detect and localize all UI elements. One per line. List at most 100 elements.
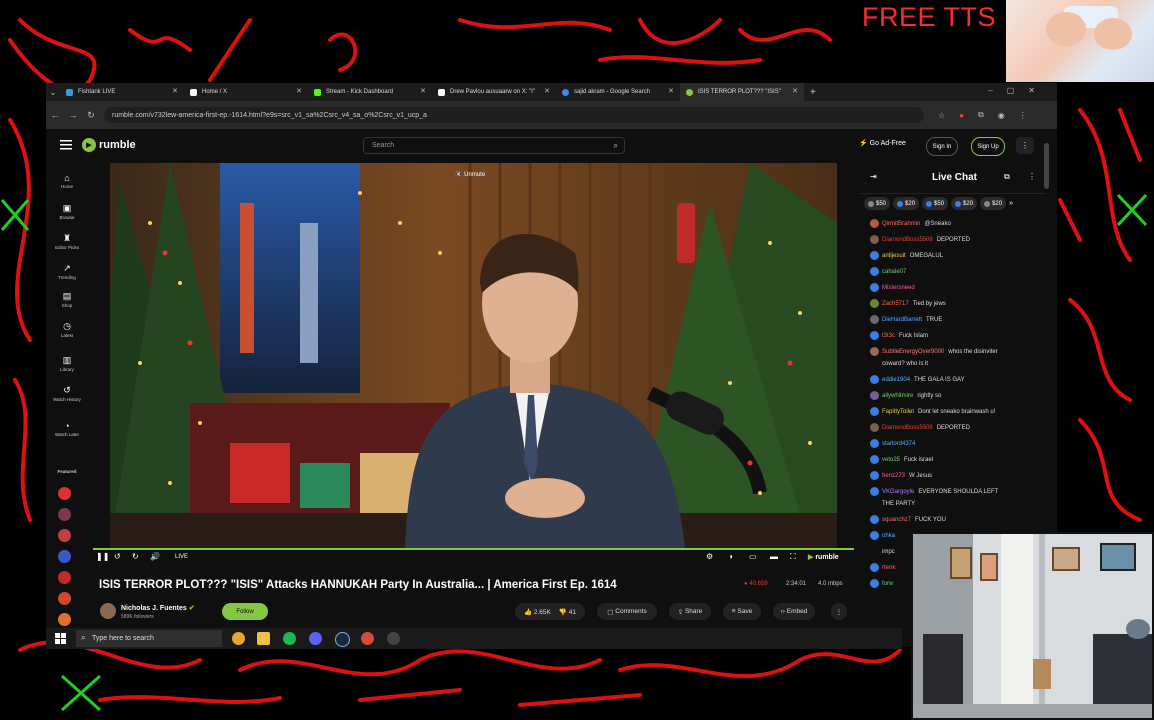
chat-user-avatar[interactable] [870,562,879,572]
chat-user-avatar[interactable] [870,438,879,448]
volume-icon[interactable]: 🔊 [150,552,160,561]
tab-drew-pavlou[interactable]: Drew Pavlou ausuaarw on X: "I" ✕ [432,83,556,101]
chevron-right-icon[interactable]: » [1009,197,1013,212]
chat-username[interactable]: Zach5717 [882,301,909,307]
chat-user-avatar[interactable] [870,390,879,400]
tab-search-icon[interactable]: ⌄ [46,87,60,98]
forward-icon[interactable]: → [64,110,82,120]
sidebar-item-trending[interactable]: ↗ Trending [51,263,83,280]
channel-avatar[interactable] [100,603,116,619]
file-explorer-icon[interactable] [257,632,270,645]
browser-menu-icon[interactable]: ⋮ [1019,111,1027,120]
reload-icon[interactable]: ↻ [82,110,100,121]
chat-username[interactable]: benz273 [882,473,905,479]
chrome-icon[interactable] [232,632,245,645]
close-tab-icon[interactable]: ✕ [172,87,178,95]
new-tab-icon[interactable]: + [810,87,816,98]
back-icon[interactable]: ← [46,110,64,120]
tab-x-home[interactable]: Home / X ✕ [184,83,308,101]
chat-username[interactable]: Mistersneed [882,285,915,291]
like-button[interactable]: 👍 2.65K [524,608,551,616]
rumble-logo[interactable]: ▶ rumble [82,138,136,152]
chat-username[interactable]: eddie1904 [882,377,910,383]
chat-username[interactable]: DiamondBoss5508 [882,237,933,243]
channel-name[interactable]: Nicholas J. Fuentes ✔ [121,604,195,612]
sign-in-button[interactable]: Sign In [926,137,958,156]
chat-user-avatar[interactable] [870,406,879,416]
chat-username[interactable]: starlord4374 [882,441,915,447]
chrome-profile-icon[interactable] [361,632,374,645]
close-tab-icon[interactable]: ✕ [792,87,798,95]
theater-mode-icon[interactable]: ▬ [770,552,778,561]
chat-user-avatar[interactable] [870,346,879,356]
chat-username[interactable]: DiamondBoss5508 [882,425,933,431]
chat-username[interactable]: veto25 [882,457,900,463]
tab-rumble-active[interactable]: ISIS TERROR PLOT??? "ISIS" ✕ [680,83,804,101]
rumble-watermark-logo[interactable]: ▶ rumble [808,553,839,561]
url-field[interactable]: rumble.com/v732lew-america-first-ep.-161… [104,107,924,123]
chat-username[interactable]: allywhitmire [882,393,913,399]
sidebar-item-latest[interactable]: ◷ Latest [51,321,83,338]
sidebar-item-library[interactable]: ▥ Library [51,355,83,372]
sidebar-item-watch-later[interactable]: ◔ Watch Later [51,421,83,437]
sidebar-item-browse[interactable]: ▣ Browse [51,203,83,220]
chat-options-icon[interactable]: ⋮ [1028,172,1036,181]
chat-user-avatar[interactable] [870,250,879,260]
embed-button[interactable]: ‹› Embed [773,603,815,620]
chat-user-avatar[interactable] [870,514,879,524]
close-tab-icon[interactable]: ✕ [668,87,674,95]
chat-user-avatar[interactable] [870,314,879,324]
tab-kick-dashboard[interactable]: Stream - Kick Dashboard ✕ [308,83,432,101]
share-button[interactable]: ⇪ Share [669,603,711,620]
forward-skip-icon[interactable]: ↻ [132,552,139,561]
chat-user-avatar[interactable] [870,486,879,496]
featured-channel-avatar[interactable] [58,592,71,605]
extension-icon[interactable]: ● [959,111,964,120]
fullscreen-icon[interactable]: ⛶ [790,552,796,562]
obs-icon[interactable] [387,632,400,645]
chat-username[interactable]: antijesuit [882,253,906,259]
close-tab-icon[interactable]: ✕ [544,87,550,95]
hamburger-menu-icon[interactable] [60,140,72,150]
featured-channel-avatar[interactable] [58,487,71,500]
featured-channel-avatar[interactable] [58,571,71,584]
unmute-button[interactable]: 🔇 Unmute [455,171,485,178]
collapse-chat-icon[interactable]: ⇥ [870,172,877,181]
video-progress-bar[interactable] [93,548,854,550]
chat-username[interactable]: FapittyToilet [882,409,914,415]
chat-username[interactable]: DieHardBarrett [882,317,922,323]
profile-icon[interactable]: ◉ [998,111,1005,120]
sidebar-item-home[interactable]: ⌂ Home [51,173,83,189]
tab-google-search[interactable]: sajid akram - Google Search ✕ [556,83,680,101]
chat-user-avatar[interactable] [870,282,879,292]
windows-start-icon[interactable] [55,633,66,644]
go-ad-free-button[interactable]: ⚡ Go Ad-Free [859,139,906,147]
chat-user-avatar[interactable] [870,470,879,480]
rewind-icon[interactable]: ↺ [114,552,121,561]
more-options-icon[interactable]: ⋮ [1016,137,1034,154]
chat-user-avatar[interactable] [870,218,879,228]
chat-username[interactable]: SubtleEnergyOver9000 [882,349,944,355]
dislike-button[interactable]: 👎 41 [559,608,576,616]
chat-user-avatar[interactable] [870,298,879,308]
search-icon[interactable]: ⌕ [614,141,618,151]
close-tab-icon[interactable]: ✕ [296,87,302,95]
chat-user-avatar[interactable] [870,454,879,464]
featured-channel-avatar[interactable] [58,508,71,521]
chat-user-avatar[interactable] [870,422,879,432]
featured-channel-avatar[interactable] [58,550,71,563]
chat-user-avatar[interactable] [870,374,879,384]
tab-fishtank[interactable]: Fishtank LIVE ✕ [60,83,184,101]
chat-user-avatar[interactable] [870,266,879,276]
chat-user-avatar[interactable] [870,530,879,540]
pip-icon[interactable]: ▭ [749,552,757,561]
comments-button[interactable]: ▢ Comments [597,603,657,620]
sign-up-button[interactable]: Sign Up [971,137,1005,156]
chat-username[interactable]: squanchz7 [882,517,911,523]
steam-icon[interactable] [335,632,350,647]
close-tab-icon[interactable]: ✕ [420,87,426,95]
chat-scrollbar[interactable] [1044,143,1049,189]
extensions-puzzle-icon[interactable]: ⧉ [978,110,984,120]
window-controls[interactable]: –▢✕ [988,86,1049,95]
chat-username[interactable]: t3t3c [882,333,895,339]
